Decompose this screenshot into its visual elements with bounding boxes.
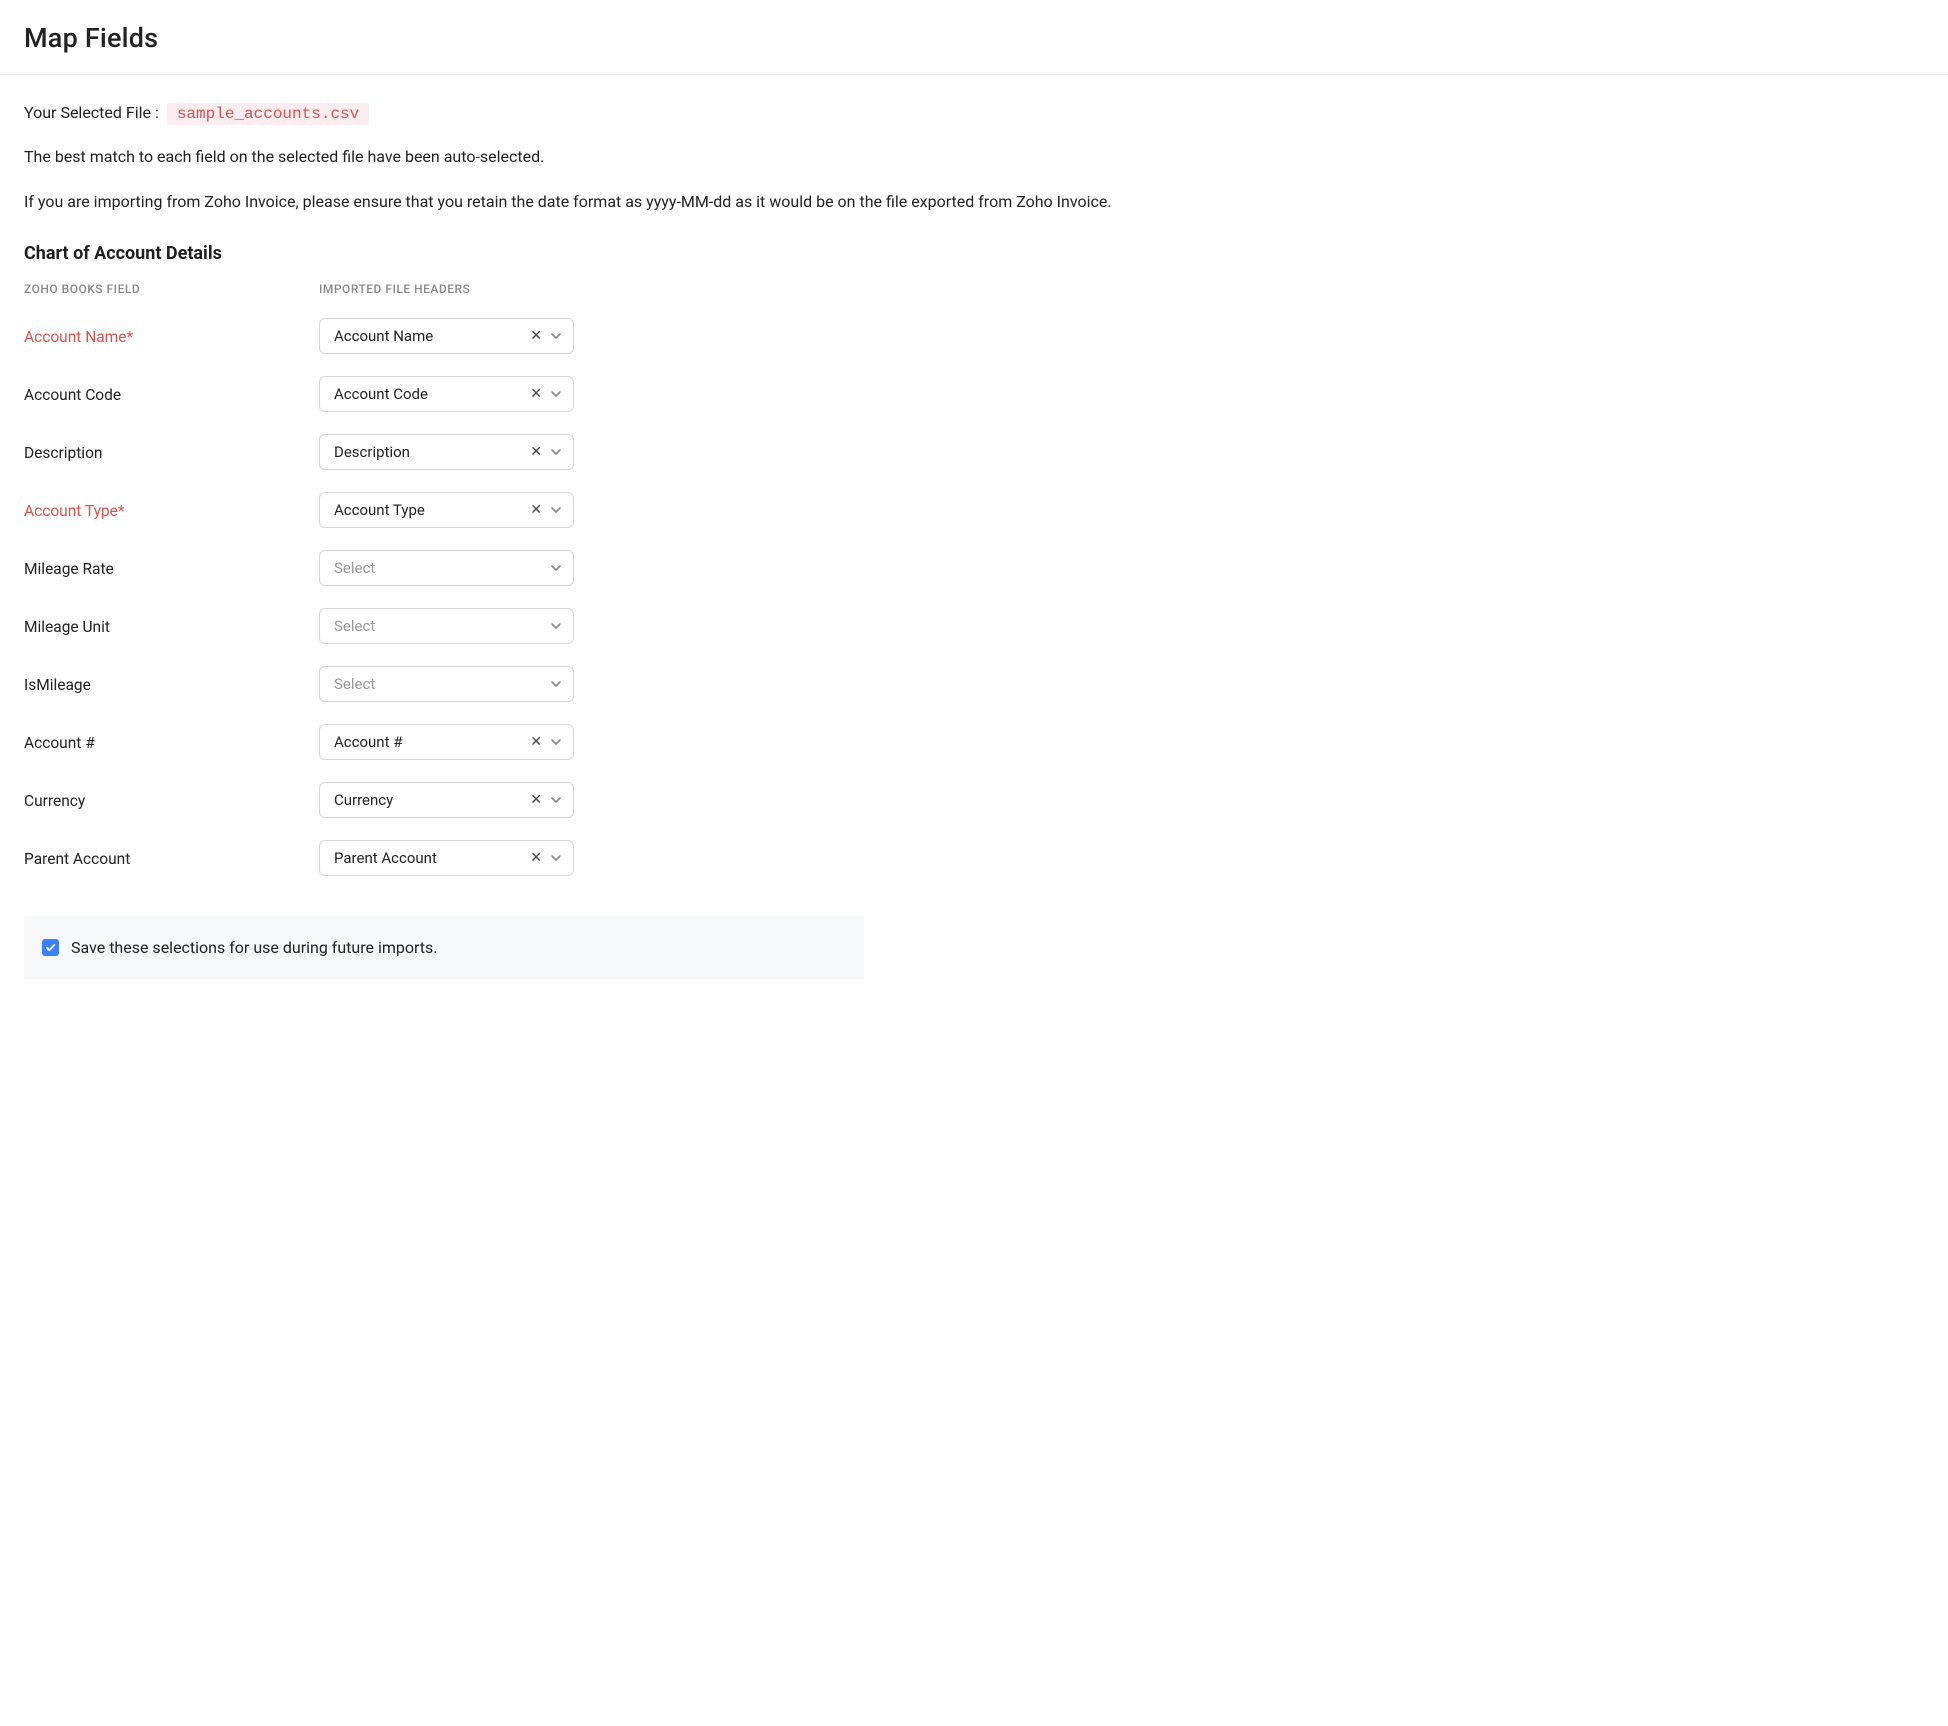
chevron-down-icon[interactable] bbox=[548, 386, 564, 402]
clear-icon[interactable]: ✕ bbox=[528, 791, 544, 809]
map-row: Account Type*Account Type✕ bbox=[24, 492, 1176, 528]
map-row: DescriptionDescription✕ bbox=[24, 434, 1176, 470]
chevron-down-icon[interactable] bbox=[548, 328, 564, 344]
field-label: Mileage Unit bbox=[24, 616, 319, 636]
clear-icon[interactable]: ✕ bbox=[528, 327, 544, 345]
page-header: Map Fields bbox=[0, 0, 1948, 75]
chevron-down-icon[interactable] bbox=[548, 792, 564, 808]
clear-icon[interactable]: ✕ bbox=[528, 443, 544, 461]
chevron-down-icon[interactable] bbox=[548, 618, 564, 634]
selected-file-line: Your Selected File : sample_accounts.csv bbox=[24, 103, 1176, 125]
map-row: Parent AccountParent Account✕ bbox=[24, 840, 1176, 876]
map-row: CurrencyCurrency✕ bbox=[24, 782, 1176, 818]
field-label: Account Type* bbox=[24, 500, 319, 520]
field-label: Account # bbox=[24, 732, 319, 752]
save-selections-box: Save these selections for use during fut… bbox=[24, 916, 864, 979]
section-heading: Chart of Account Details bbox=[24, 243, 1176, 264]
chevron-down-icon[interactable] bbox=[548, 502, 564, 518]
selected-file-name: sample_accounts.csv bbox=[167, 103, 369, 125]
selected-file-label: Your Selected File : bbox=[24, 103, 159, 122]
map-row: Account Name*Account Name✕ bbox=[24, 318, 1176, 354]
field-label: Account Code bbox=[24, 384, 319, 404]
chevron-down-icon[interactable] bbox=[548, 444, 564, 460]
clear-icon[interactable]: ✕ bbox=[528, 733, 544, 751]
map-row: Account #Account #✕ bbox=[24, 724, 1176, 760]
save-selections-label: Save these selections for use during fut… bbox=[71, 938, 438, 957]
chevron-down-icon[interactable] bbox=[548, 734, 564, 750]
map-row: Account CodeAccount Code✕ bbox=[24, 376, 1176, 412]
column-header-imported: IMPORTED FILE HEADERS bbox=[319, 282, 470, 296]
save-selections-checkbox[interactable] bbox=[42, 939, 59, 956]
field-label: Currency bbox=[24, 790, 319, 810]
field-label: Description bbox=[24, 442, 319, 462]
chevron-down-icon[interactable] bbox=[548, 676, 564, 692]
clear-icon[interactable]: ✕ bbox=[528, 385, 544, 403]
field-label: Mileage Rate bbox=[24, 558, 319, 578]
column-header-zoho-field: ZOHO BOOKS FIELD bbox=[24, 282, 319, 296]
map-row: IsMileageSelect✕ bbox=[24, 666, 1176, 702]
map-row: Mileage UnitSelect✕ bbox=[24, 608, 1176, 644]
chevron-down-icon[interactable] bbox=[548, 560, 564, 576]
chevron-down-icon[interactable] bbox=[548, 850, 564, 866]
map-row: Mileage RateSelect✕ bbox=[24, 550, 1176, 586]
field-label: Parent Account bbox=[24, 848, 319, 868]
info-dateformat: If you are importing from Zoho Invoice, … bbox=[24, 190, 1176, 215]
clear-icon[interactable]: ✕ bbox=[528, 501, 544, 519]
info-automatch: The best match to each field on the sele… bbox=[24, 145, 1176, 170]
field-label: Account Name* bbox=[24, 326, 319, 346]
field-label: IsMileage bbox=[24, 674, 319, 694]
clear-icon[interactable]: ✕ bbox=[528, 849, 544, 867]
page-title: Map Fields bbox=[24, 22, 1924, 54]
